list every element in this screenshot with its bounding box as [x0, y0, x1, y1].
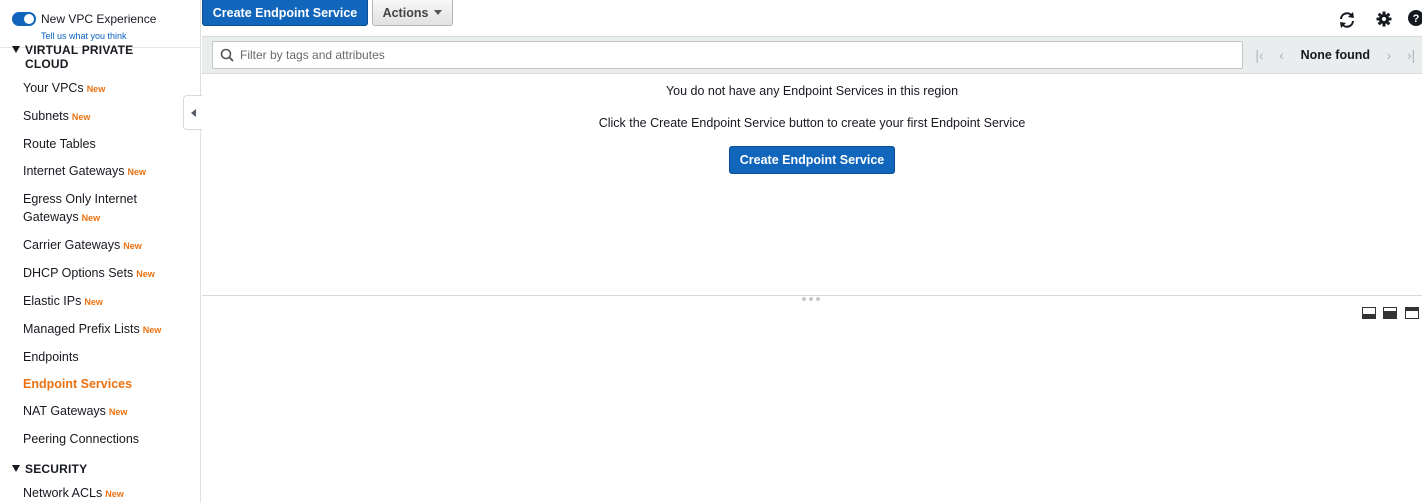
sidebar-item-managed-prefix-lists[interactable]: Managed Prefix Lists New: [23, 320, 161, 339]
first-page-icon[interactable]: |‹: [1249, 47, 1271, 63]
create-endpoint-service-button-center[interactable]: Create Endpoint Service: [729, 146, 895, 174]
previous-page-icon[interactable]: ‹: [1271, 47, 1293, 63]
sidebar-item-route-tables[interactable]: Route Tables: [23, 135, 96, 153]
sidebar-item-label-line2: Gateways: [23, 210, 79, 224]
sidebar-item-peering-connections[interactable]: Peering Connections: [23, 430, 139, 448]
sidebar-item-egress-only-internet-gateways[interactable]: Egress Only Internet Gateways New: [23, 190, 137, 227]
sidebar-item-elastic-ips[interactable]: Elastic IPs New: [23, 292, 103, 311]
empty-state-message: You do not have any Endpoint Services in…: [665, 84, 959, 98]
split-pane-divider[interactable]: [202, 295, 1422, 296]
sidebar-item-label: Managed Prefix Lists: [23, 322, 140, 336]
section-security[interactable]: SECURITY: [12, 462, 87, 476]
sidebar-item-label: NAT Gateways: [23, 404, 106, 418]
new-badge: New: [142, 325, 162, 335]
sidebar-item-label: Subnets: [23, 109, 69, 123]
section-virtual-private-cloud[interactable]: VIRTUAL PRIVATE CLOUD: [12, 43, 155, 71]
sidebar-item-dhcp-options-sets[interactable]: DHCP Options Sets New: [23, 264, 155, 283]
sidebar-item-label: DHCP Options Sets: [23, 266, 134, 280]
new-badge: New: [81, 213, 101, 223]
new-badge: New: [136, 269, 155, 279]
sidebar-item-label: Network ACLs: [23, 486, 103, 500]
gear-icon[interactable]: [1375, 10, 1393, 28]
sidebar-item-label: Your VPCs: [23, 81, 84, 95]
pagination: |‹ ‹ None found › ›|: [1249, 37, 1422, 73]
empty-state-hint: Click the Create Endpoint Service button…: [598, 116, 1026, 130]
collapse-sidebar-button[interactable]: [183, 95, 202, 130]
sidebar: New VPC Experience Tell us what you thin…: [0, 0, 201, 503]
drag-handle-icon[interactable]: [802, 297, 820, 301]
next-page-icon[interactable]: ›: [1378, 47, 1400, 63]
search-icon: [220, 48, 234, 62]
section-title: VIRTUAL PRIVATE CLOUD: [25, 43, 134, 71]
sidebar-item-subnets[interactable]: Subnets New: [23, 107, 90, 126]
layout-top-panel-icon[interactable]: [1405, 307, 1419, 319]
help-icon[interactable]: ?: [1408, 10, 1422, 26]
sidebar-item-internet-gateways[interactable]: Internet Gateways New: [23, 162, 146, 181]
new-badge: New: [86, 84, 106, 94]
layout-bottom-panel-icon[interactable]: [1362, 307, 1376, 319]
sidebar-item-label: Elastic IPs: [23, 294, 82, 308]
new-badge: New: [84, 297, 103, 307]
svg-text:?: ?: [1413, 13, 1420, 25]
sidebar-item-label: Internet Gateways: [23, 164, 125, 178]
chevron-down-icon: [434, 10, 443, 15]
sidebar-item-label: Endpoint Services: [23, 377, 133, 391]
vpc-console: New VPC Experience Tell us what you thin…: [0, 0, 1422, 503]
section-title: SECURITY: [25, 462, 88, 476]
sidebar-item-network-acls[interactable]: Network ACLs New: [23, 484, 124, 503]
filter-search-box[interactable]: [212, 41, 1243, 69]
sidebar-item-your-vpcs[interactable]: Your VPCs New: [23, 79, 105, 98]
sidebar-item-label: Egress Only Internet: [23, 192, 137, 206]
new-badge: New: [108, 407, 128, 417]
new-badge: New: [71, 112, 91, 122]
new-vpc-toggle-row[interactable]: New VPC Experience: [12, 12, 156, 26]
chevron-left-icon: [190, 108, 196, 117]
new-badge: New: [105, 489, 124, 499]
caret-down-icon: [12, 465, 20, 472]
new-vpc-toggle-label: New VPC Experience: [41, 12, 157, 26]
filter-input[interactable]: [240, 48, 1220, 62]
caret-down-icon: [12, 46, 20, 53]
refresh-icon[interactable]: [1337, 10, 1357, 30]
new-badge: New: [127, 167, 146, 177]
sidebar-item-carrier-gateways[interactable]: Carrier Gateways New: [23, 236, 142, 255]
sidebar-item-label: Peering Connections: [23, 432, 140, 446]
feedback-link[interactable]: Tell us what you think: [41, 31, 127, 41]
sidebar-item-endpoints[interactable]: Endpoints: [23, 348, 79, 366]
sidebar-item-endpoint-services[interactable]: Endpoint Services: [23, 375, 132, 393]
actions-label: Actions: [382, 5, 429, 20]
new-badge: New: [123, 241, 142, 251]
pager-status: None found: [1300, 48, 1370, 62]
filter-bar: |‹ ‹ None found › ›|: [202, 36, 1422, 74]
create-endpoint-service-button[interactable]: Create Endpoint Service: [202, 0, 368, 26]
sidebar-item-nat-gateways[interactable]: NAT Gateways New: [23, 402, 127, 421]
sidebar-item-label: Route Tables: [23, 137, 96, 151]
new-vpc-toggle[interactable]: [12, 12, 36, 26]
last-page-icon[interactable]: ›|: [1400, 47, 1422, 63]
sidebar-item-label: Endpoints: [23, 350, 79, 364]
actions-dropdown[interactable]: Actions: [372, 0, 453, 26]
layout-split-panel-icon[interactable]: [1383, 307, 1397, 319]
sidebar-item-label: Carrier Gateways: [23, 238, 121, 252]
